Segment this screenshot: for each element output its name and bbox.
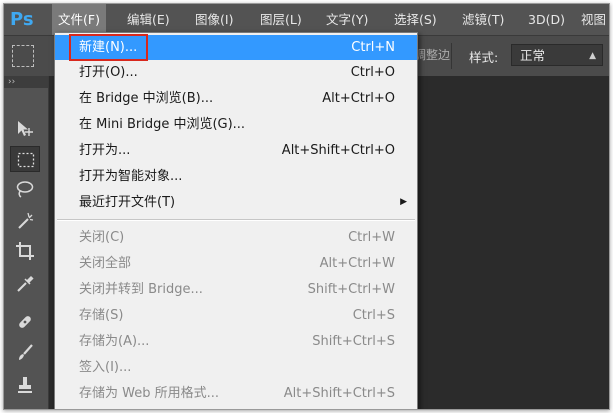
menu-item-label: 关闭(C) <box>79 230 125 245</box>
submenu-arrow-icon: ▶ <box>400 197 407 207</box>
menu-item-label: 签入(I)... <box>79 360 132 375</box>
menu-item-open-as-smart-object[interactable]: 打开为智能对象... <box>55 164 417 189</box>
menu-item-shortcut: Alt+Shift+Ctrl+S <box>283 386 395 401</box>
menu-item-label: 存储为(A)... <box>79 334 150 349</box>
menu-item-browse-in-mini-bridge[interactable]: 在 Mini Bridge 中浏览(G)... <box>55 112 417 137</box>
menu-item-check-in[interactable]: 签入(I)... <box>55 355 417 380</box>
magic-wand-tool-icon[interactable] <box>10 208 40 234</box>
menu-item-shortcut: Ctrl+O <box>350 65 395 80</box>
menu-item-shortcut: Alt+Shift+Ctrl+O <box>281 143 395 158</box>
move-tool-icon[interactable] <box>10 116 40 142</box>
menu-item-shortcut: Alt+Ctrl+W <box>319 256 395 271</box>
menu-layer[interactable]: 图层(L) <box>254 4 308 35</box>
menu-select[interactable]: 选择(S) <box>388 4 443 35</box>
menu-item-label: 打开为智能对象... <box>79 169 183 184</box>
menu-item-new[interactable]: 新建(N)... Ctrl+N <box>55 34 417 61</box>
marquee-options-icon[interactable] <box>12 45 34 67</box>
crop-tool-icon[interactable] <box>10 238 40 264</box>
menu-file[interactable]: 文件(F) <box>52 4 106 35</box>
healing-brush-tool-icon[interactable] <box>10 309 40 335</box>
menu-item-save[interactable]: 存储(S) Ctrl+S <box>55 303 417 328</box>
menu-item-shortcut: Shift+Ctrl+S <box>312 334 395 349</box>
menu-filter[interactable]: 滤镜(T) <box>456 4 510 35</box>
menu-item-close-and-go-to-bridge[interactable]: 关闭并转到 Bridge... Shift+Ctrl+W <box>55 277 417 302</box>
ps-logo: Ps <box>10 9 34 30</box>
menu-item-close-all[interactable]: 关闭全部 Alt+Ctrl+W <box>55 251 417 276</box>
menu-item-save-for-web[interactable]: 存储为 Web 所用格式... Alt+Shift+Ctrl+S <box>55 381 417 406</box>
menu-item-label: 存储(S) <box>79 308 124 323</box>
panel-collapse-grip[interactable]: ›› <box>4 76 48 88</box>
menu-view[interactable]: 视图 <box>575 4 609 35</box>
menu-item-label: 打开(O)... <box>79 65 138 80</box>
menu-item-label: 关闭全部 <box>79 256 132 271</box>
menu-bar: Ps 文件(F) 编辑(E) 图像(I) 图层(L) 文字(Y) 选择(S) 滤… <box>4 4 609 35</box>
style-select-value: 正常 <box>520 48 546 63</box>
menu-image[interactable]: 图像(I) <box>189 4 239 35</box>
lasso-tool-icon[interactable] <box>10 176 40 202</box>
refine-edge-button[interactable]: 调整边 <box>414 46 450 63</box>
menu-item-shortcut: Shift+Ctrl+W <box>307 282 395 297</box>
menu-item-open[interactable]: 打开(O)... Ctrl+O <box>55 60 417 85</box>
menu-item-shortcut: Ctrl+W <box>348 230 395 245</box>
menu-item-close[interactable]: 关闭(C) Ctrl+W <box>55 225 417 250</box>
clone-stamp-tool-icon[interactable] <box>10 372 40 398</box>
chevron-updown-icon: ▲ <box>589 51 596 61</box>
photoshop-window: Ps 文件(F) 编辑(E) 图像(I) 图层(L) 文字(Y) 选择(S) 滤… <box>3 3 610 410</box>
file-menu-dropdown: 新建(N)... Ctrl+N 打开(O)... Ctrl+O 在 Bridge… <box>54 32 418 409</box>
brush-tool-icon[interactable] <box>10 340 40 366</box>
menu-separator <box>57 219 415 221</box>
menu-item-open-recent[interactable]: 最近打开文件(T) ▶ <box>55 190 417 215</box>
menu-item-save-as[interactable]: 存储为(A)... Shift+Ctrl+S <box>55 329 417 354</box>
menu-edit[interactable]: 编辑(E) <box>121 4 176 35</box>
menu-item-shortcut: Ctrl+S <box>352 308 395 323</box>
menu-item-shortcut: Ctrl+N <box>351 40 395 55</box>
style-label: 样式: <box>469 50 499 65</box>
menu-item-label: 关闭并转到 Bridge... <box>79 282 203 297</box>
menu-item-label: 存储为 Web 所用格式... <box>79 386 220 401</box>
tool-panel: ›› <box>4 76 49 409</box>
rectangular-marquee-tool-icon[interactable] <box>10 146 40 172</box>
menu-item-label: 在 Bridge 中浏览(B)... <box>79 91 214 106</box>
annotation-highlight-box <box>69 34 148 61</box>
menu-3d[interactable]: 3D(D) <box>522 4 571 35</box>
menu-item-browse-in-bridge[interactable]: 在 Bridge 中浏览(B)... Alt+Ctrl+O <box>55 86 417 111</box>
menu-item-label: 最近打开文件(T) <box>79 195 176 210</box>
menu-item-label: 在 Mini Bridge 中浏览(G)... <box>79 117 246 132</box>
menu-item-open-as[interactable]: 打开为... Alt+Shift+Ctrl+O <box>55 138 417 163</box>
menu-type[interactable]: 文字(Y) <box>320 4 374 35</box>
style-select[interactable]: 正常 ▲ <box>511 44 603 66</box>
menu-item-label: 打开为... <box>79 143 131 158</box>
options-divider <box>451 43 452 69</box>
menu-item-shortcut: Alt+Ctrl+O <box>322 91 395 106</box>
eyedropper-tool-icon[interactable] <box>10 271 40 297</box>
